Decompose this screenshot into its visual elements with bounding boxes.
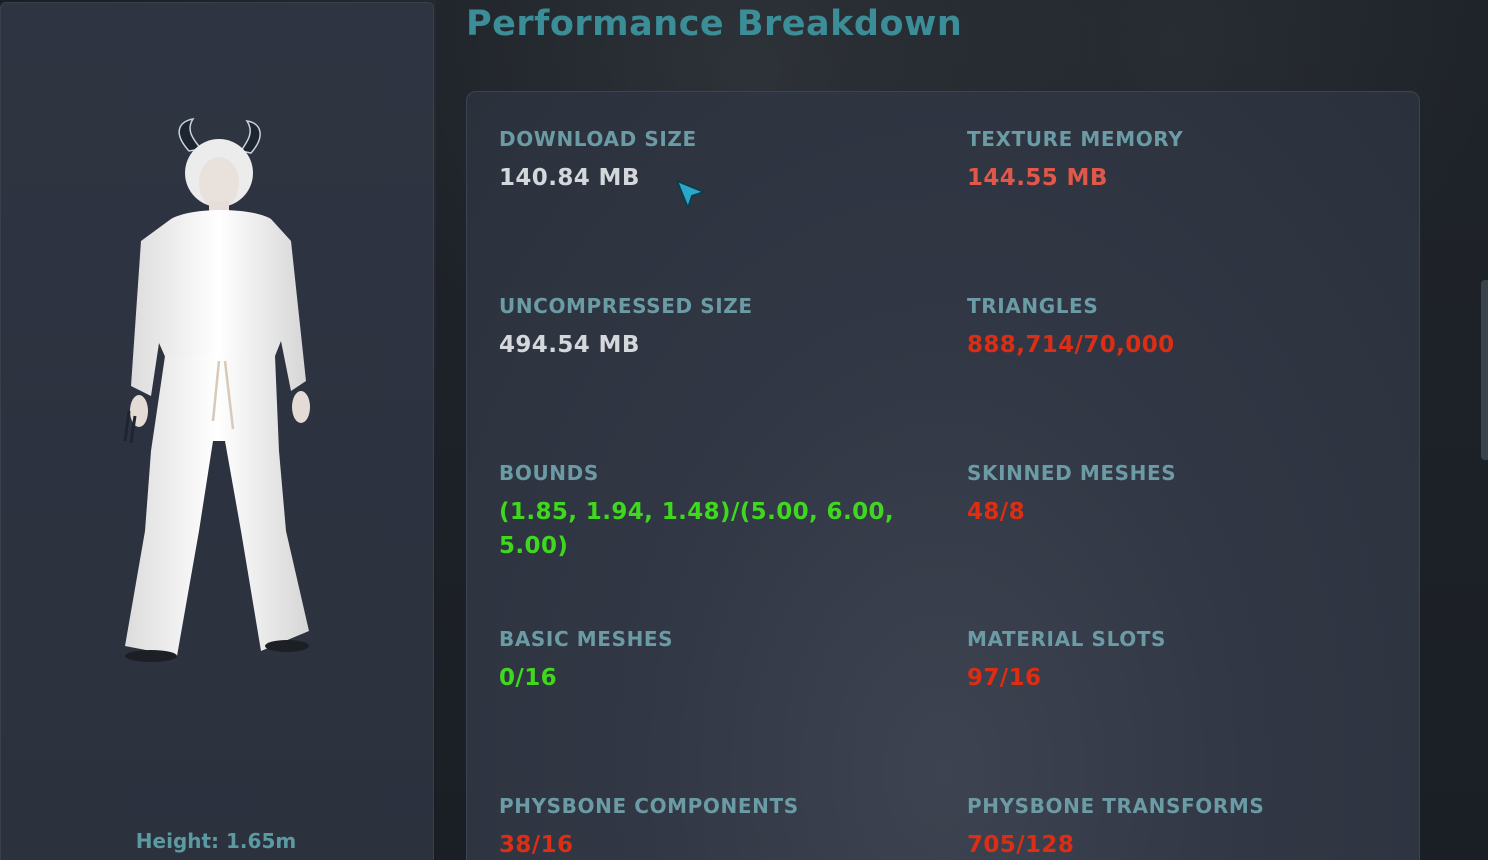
stat-physbone-transforms: PHYSBONE TRANSFORMS 705/128 [967, 794, 1387, 860]
stat-label: MATERIAL SLOTS [967, 627, 1167, 651]
stat-value: 494.54 MB [499, 332, 640, 358]
stat-value: 97/16 [967, 665, 1042, 691]
stat-label: SKINNED MESHES [967, 461, 1177, 485]
stat-label: TEXTURE MEMORY [967, 127, 1184, 151]
stat-value: (1.85, 1.94, 1.48)/(5.00, 6.00, 5.00) [499, 499, 895, 559]
stat-material-slots: MATERIAL SLOTS 97/16 [967, 627, 1387, 695]
stat-label: BASIC MESHES [499, 627, 674, 651]
stat-value: 140.84 MB [499, 165, 640, 191]
page-title: Performance Breakdown [466, 4, 963, 44]
stat-physbone-components: PHYSBONE COMPONENTS 38/16 [499, 794, 919, 860]
stat-triangles: TRIANGLES 888,714/70,000 [967, 294, 1387, 362]
stat-value: 888,714/70,000 [967, 332, 1175, 358]
stat-value: 38/16 [499, 832, 574, 858]
stat-label: PHYSBONE TRANSFORMS [967, 794, 1265, 818]
stat-label: UNCOMPRESSED SIZE [499, 294, 753, 318]
stat-download-size: DOWNLOAD SIZE 140.84 MB [499, 127, 919, 195]
scrollbar[interactable] [1481, 280, 1488, 460]
stat-skinned-meshes: SKINNED MESHES 48/8 [967, 461, 1387, 529]
stat-uncompressed-size: UNCOMPRESSED SIZE 494.54 MB [499, 294, 919, 362]
avatar-panel: Height: 1.65m [0, 2, 434, 860]
stat-label: BOUNDS [499, 461, 599, 485]
pointer-cursor-icon [676, 180, 705, 209]
avatar-preview[interactable] [101, 111, 331, 671]
avatar-height-label: Height: 1.65m [135, 829, 297, 853]
stat-value: 705/128 [967, 832, 1075, 858]
stat-label: DOWNLOAD SIZE [499, 127, 697, 151]
stat-basic-meshes: BASIC MESHES 0/16 [499, 627, 919, 695]
stat-value: 48/8 [967, 499, 1026, 525]
stat-bounds: BOUNDS (1.85, 1.94, 1.48)/(5.00, 6.00, 5… [499, 461, 919, 563]
stat-label: TRIANGLES [967, 294, 1099, 318]
stat-value: 144.55 MB [967, 165, 1108, 191]
stat-label: PHYSBONE COMPONENTS [499, 794, 799, 818]
stat-value: 0/16 [499, 665, 558, 691]
performance-screen: Height: 1.65m Performance Breakdown DOWN… [0, 0, 1488, 860]
stat-texture-memory: TEXTURE MEMORY 144.55 MB [967, 127, 1387, 195]
stats-card: DOWNLOAD SIZE 140.84 MB TEXTURE MEMORY 1… [466, 91, 1420, 860]
